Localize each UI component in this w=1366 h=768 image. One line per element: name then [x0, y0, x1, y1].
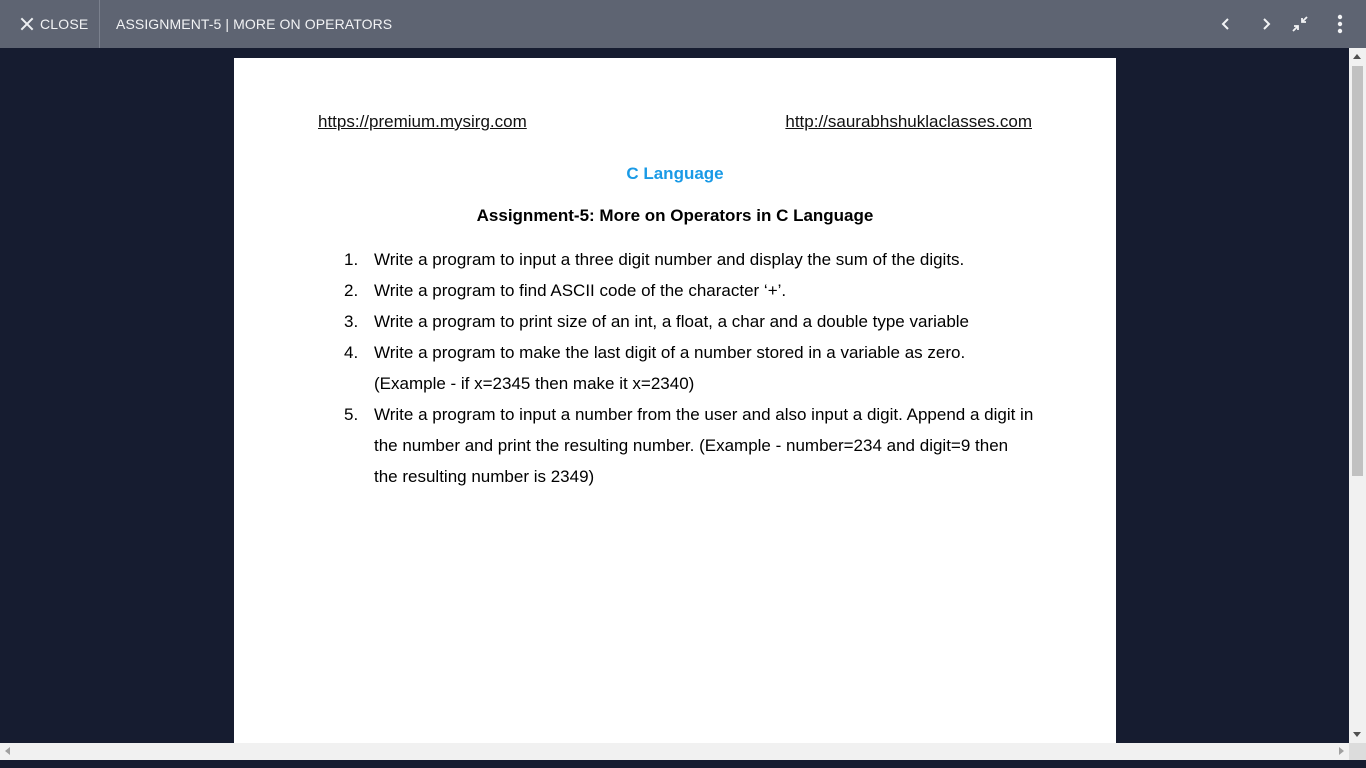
scrollbar-corner [1349, 743, 1366, 760]
question-number: 2. [344, 281, 359, 300]
collapse-icon [1292, 16, 1308, 32]
document-page: https://premium.mysirg.com http://saurab… [234, 58, 1116, 743]
document-viewer[interactable]: https://premium.mysirg.com http://saurab… [0, 48, 1349, 743]
assignment-heading: Assignment-5: More on Operators in C Lan… [476, 206, 874, 225]
question-number: 5. [344, 405, 359, 424]
question-text: Write a program to input a three digit n… [374, 250, 965, 269]
premium-link[interactable]: https://premium.mysirg.com [318, 112, 527, 132]
chevron-left-icon [1221, 18, 1229, 30]
question-number: 1. [344, 250, 359, 269]
close-icon [20, 17, 34, 31]
previous-button[interactable] [1206, 0, 1246, 48]
question-text: Write a program to make the last digit o… [374, 343, 966, 393]
next-button[interactable] [1246, 0, 1286, 48]
more-options-button[interactable] [1314, 0, 1366, 48]
scroll-right-arrow-icon[interactable] [1339, 747, 1344, 755]
question-number: 3. [344, 312, 359, 331]
toolbar-actions [1206, 0, 1366, 48]
question-number: 4. [344, 343, 359, 362]
classes-link[interactable]: http://saurabhshuklaclasses.com [785, 112, 1032, 132]
scroll-down-arrow-icon[interactable] [1353, 732, 1361, 737]
close-label: CLOSE [40, 16, 89, 32]
exit-fullscreen-button[interactable] [1286, 0, 1314, 48]
list-item: 3. Write a program to print size of an i… [344, 306, 1034, 337]
question-text: Write a program to find ASCII code of th… [374, 281, 787, 300]
subject-title: C Language [626, 164, 724, 183]
vertical-scroll-thumb[interactable] [1352, 66, 1363, 476]
list-item: 5. Write a program to input a number fro… [344, 399, 1034, 492]
question-text: Write a program to input a number from t… [374, 405, 1034, 486]
list-item: 4. Write a program to make the last digi… [344, 337, 1034, 399]
list-item: 2. Write a program to find ASCII code of… [344, 275, 1034, 306]
vertical-scrollbar[interactable] [1349, 48, 1366, 743]
close-button[interactable]: CLOSE [0, 0, 100, 48]
list-item: 1. Write a program to input a three digi… [344, 244, 1034, 275]
top-toolbar: CLOSE ASSIGNMENT-5 | MORE ON OPERATORS [0, 0, 1366, 48]
horizontal-scrollbar[interactable] [0, 743, 1349, 760]
question-text: Write a program to print size of an int,… [374, 312, 970, 331]
chevron-right-icon [1263, 18, 1271, 30]
scroll-left-arrow-icon[interactable] [5, 747, 10, 755]
document-title: ASSIGNMENT-5 | MORE ON OPERATORS [116, 16, 393, 32]
more-vert-icon [1337, 14, 1343, 34]
scroll-up-arrow-icon[interactable] [1353, 54, 1361, 59]
bottom-strip [0, 760, 1366, 768]
question-list: 1. Write a program to input a three digi… [344, 244, 1034, 492]
